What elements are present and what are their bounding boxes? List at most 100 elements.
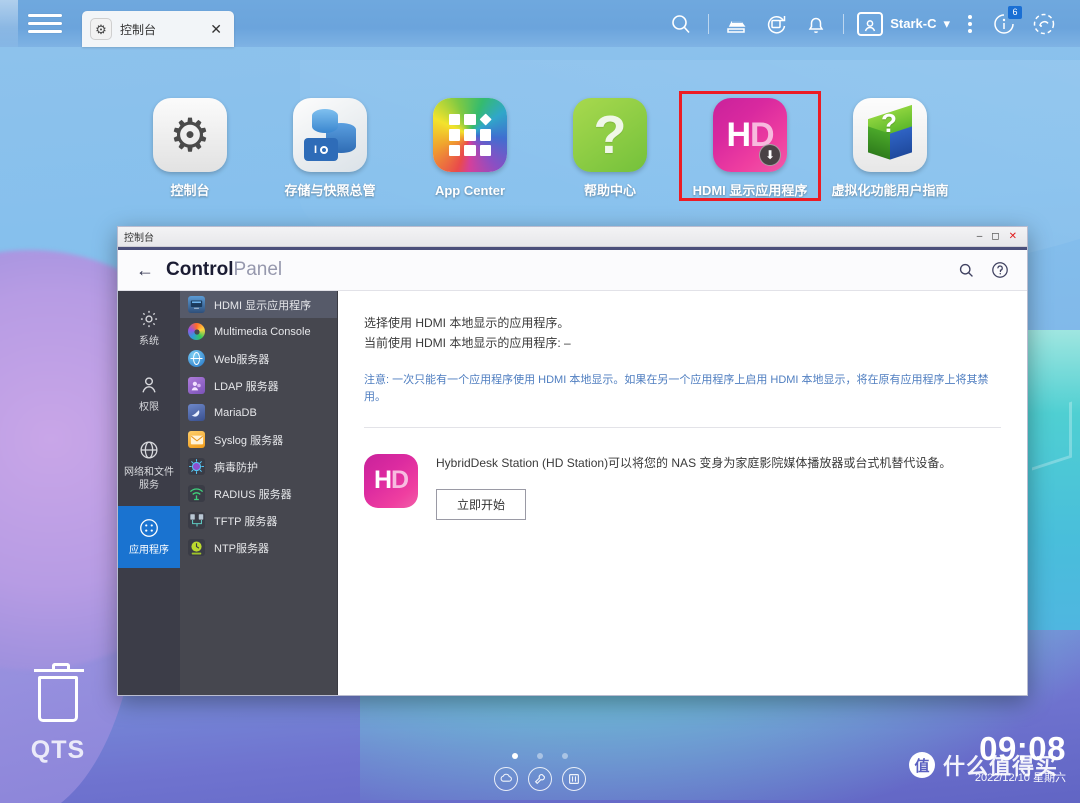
privilege-user-icon xyxy=(137,373,161,397)
desktop-icon-storage-snapshot[interactable]: I 存储与快照总管 xyxy=(260,92,400,200)
tray-divider-2 xyxy=(843,14,844,34)
syslog-server-icon xyxy=(188,431,205,448)
settings-detail-pane: 选择使用 HDMI 本地显示的应用程序。 当前使用 HDMI 本地显示的应用程序… xyxy=(338,291,1027,695)
list-item-web-server[interactable]: Web服务器 xyxy=(180,345,337,372)
detail-line-1: 选择使用 HDMI 本地显示的应用程序。 xyxy=(364,313,1001,333)
category-label: 应用程序 xyxy=(129,545,169,558)
category-label: 网络和文件服务 xyxy=(120,467,178,492)
desktop-clock: 09:08 2022/12/10 星期六 xyxy=(975,732,1066,785)
system-gear-icon xyxy=(137,307,161,331)
ntp-server-icon xyxy=(188,539,205,556)
window-title: 控制台 xyxy=(124,229,154,244)
page-title: ControlPanel xyxy=(166,259,282,281)
window-titlebar[interactable]: 控制台 – ◻ ✕ xyxy=(118,227,1027,247)
list-item-mariadb[interactable]: MariaDB xyxy=(180,399,337,426)
mariadb-icon xyxy=(188,404,205,421)
help-icon[interactable] xyxy=(991,261,1009,279)
web-server-icon xyxy=(188,350,205,367)
section-divider xyxy=(364,427,1001,428)
list-item-label: Web服务器 xyxy=(214,351,269,367)
clock-date: 2022/12/10 星期六 xyxy=(975,769,1066,785)
kebab-menu-icon[interactable] xyxy=(956,15,984,33)
desktop-icon-virtualization-guide[interactable]: ? 虚拟化功能用户指南 xyxy=(820,92,960,200)
download-badge-icon: ⬇ xyxy=(759,144,781,166)
hd-icon-letter-h: H xyxy=(374,466,391,495)
app-center-icon xyxy=(433,98,507,172)
desktop-icon-label: App Center xyxy=(435,182,505,200)
list-item-tftp-server[interactable]: TFTP 服务器 xyxy=(180,507,337,534)
desktop-icon-label: 虚拟化功能用户指南 xyxy=(831,182,948,200)
search-icon[interactable] xyxy=(958,262,975,279)
category-label: 系统 xyxy=(139,336,159,349)
gear-icon: ⚙ xyxy=(90,18,112,40)
detail-line-2: 当前使用 HDMI 本地显示的应用程序: – xyxy=(364,333,1001,353)
page-indicator[interactable] xyxy=(512,753,568,759)
list-item-label: NTP服务器 xyxy=(214,540,269,556)
multimedia-console-icon xyxy=(188,323,205,340)
bell-icon[interactable] xyxy=(796,0,836,47)
category-privilege[interactable]: 权限 xyxy=(118,363,180,425)
list-item-syslog-server[interactable]: Syslog 服务器 xyxy=(180,426,337,453)
start-now-button[interactable]: 立即开始 xyxy=(436,489,526,520)
category-label: 权限 xyxy=(139,402,159,415)
close-icon[interactable]: ✕ xyxy=(208,21,224,38)
user-name: Stark-C xyxy=(890,16,936,31)
ldap-server-icon xyxy=(188,377,205,394)
hd-icon-letter-d: D xyxy=(391,466,408,495)
minimize-icon[interactable]: – xyxy=(977,232,983,242)
task-tab-label: 控制台 xyxy=(120,21,200,38)
list-item-antivirus[interactable]: 病毒防护 xyxy=(180,453,337,480)
list-item-label: 病毒防护 xyxy=(214,459,258,475)
list-item-multimedia-console[interactable]: Multimedia Console xyxy=(180,318,337,345)
close-icon[interactable]: ✕ xyxy=(1009,232,1017,242)
hd-station-description: HybridDesk Station (HD Station)可以将您的 NAS… xyxy=(436,454,951,473)
radius-server-icon xyxy=(188,485,205,502)
list-item-label: MariaDB xyxy=(214,407,257,419)
tools-icon[interactable] xyxy=(528,767,552,791)
list-item-ntp-server[interactable]: NTP服务器 xyxy=(180,534,337,561)
back-arrow-icon[interactable]: ← xyxy=(136,261,154,279)
task-tab-control-panel[interactable]: ⚙ 控制台 ✕ xyxy=(82,11,234,47)
search-icon[interactable] xyxy=(661,0,701,47)
user-menu[interactable]: Stark-C ▾ xyxy=(851,12,956,36)
list-item-hdmi-display-app[interactable]: HDMI 显示应用程序 xyxy=(180,291,337,318)
tray-divider xyxy=(708,14,709,34)
desktop-icon-label: 帮助中心 xyxy=(584,182,636,200)
qboost-icon[interactable] xyxy=(494,767,518,791)
hamburger-icon[interactable] xyxy=(28,9,62,39)
chevron-down-icon: ▾ xyxy=(943,16,950,32)
category-network-file-services[interactable]: 网络和文件服务 xyxy=(118,428,180,502)
help-center-icon: ? xyxy=(573,98,647,172)
desktop-icon-app-center[interactable]: App Center xyxy=(400,92,540,200)
taskbar-right-tray: Stark-C ▾ 6 xyxy=(661,0,1080,47)
list-item-label: HDMI 显示应用程序 xyxy=(214,297,311,313)
backup-icon[interactable] xyxy=(716,0,756,47)
sync-icon[interactable] xyxy=(756,0,796,47)
dock-buttons xyxy=(494,767,586,791)
recycle-bin[interactable]: QTS xyxy=(18,676,98,765)
virtualization-guide-icon: ? xyxy=(853,98,927,172)
resource-monitor-icon[interactable] xyxy=(562,767,586,791)
hd-station-icon: HD ⬇ xyxy=(713,98,787,172)
desktop-icon-control-panel[interactable]: ⚙ 控制台 xyxy=(120,92,260,200)
hd-station-icon: HD xyxy=(364,454,418,508)
clock-time: 09:08 xyxy=(975,732,1066,765)
control-panel-icon: ⚙ xyxy=(153,98,227,172)
dashboard-icon[interactable] xyxy=(1024,0,1064,47)
storage-snapshot-icon: I xyxy=(293,98,367,172)
control-panel-window: 控制台 – ◻ ✕ ← ControlPanel xyxy=(117,226,1028,696)
maximize-icon[interactable]: ◻ xyxy=(991,232,999,242)
info-icon[interactable]: 6 xyxy=(984,0,1024,47)
list-item-label: TFTP 服务器 xyxy=(214,513,277,529)
taskbar-sheen xyxy=(0,0,18,47)
detail-note: 注意: 一次只能有一个应用程序使用 HDMI 本地显示。如果在另一个应用程序上启… xyxy=(364,372,1001,407)
desktop-icon-hdmi-display-app[interactable]: HD ⬇ HDMI 显示应用程序 xyxy=(680,92,820,200)
category-applications[interactable]: 应用程序 xyxy=(118,506,180,568)
list-item-ldap-server[interactable]: LDAP 服务器 xyxy=(180,372,337,399)
desktop-icon-label: HDMI 显示应用程序 xyxy=(693,182,808,200)
desktop-icon-label: 控制台 xyxy=(170,182,209,200)
list-item-radius-server[interactable]: RADIUS 服务器 xyxy=(180,480,337,507)
desktop-icon-help-center[interactable]: ? 帮助中心 xyxy=(540,92,680,200)
hd-station-block: HD HybridDesk Station (HD Station)可以将您的 … xyxy=(364,454,1001,520)
category-system[interactable]: 系统 xyxy=(118,297,180,359)
